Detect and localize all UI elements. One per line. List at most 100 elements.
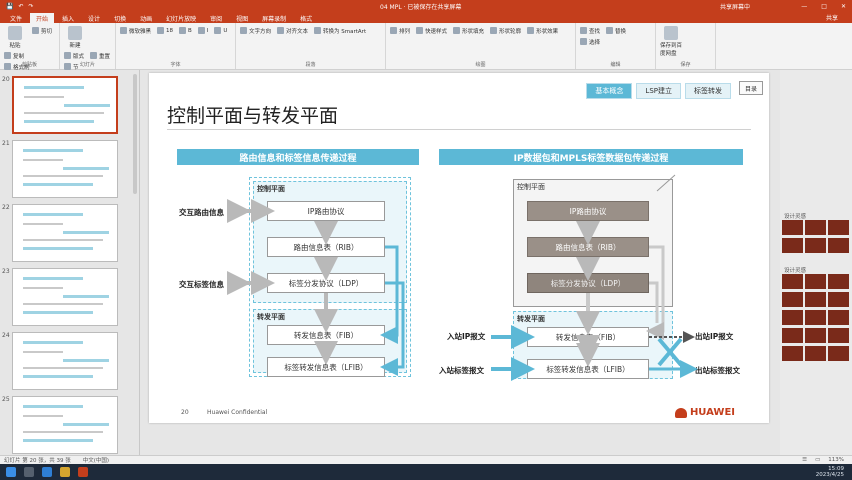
ribbon-button[interactable]: 复制: [4, 51, 24, 60]
slide-thumbnail[interactable]: [12, 268, 118, 326]
minimize-icon[interactable]: —: [801, 3, 807, 10]
design-thumb[interactable]: [782, 328, 803, 343]
ribbon-button[interactable]: 替换: [606, 26, 626, 35]
ribbon-tab[interactable]: 插入: [56, 13, 80, 23]
design-thumb[interactable]: [828, 220, 849, 235]
slide-thumbnail[interactable]: [12, 204, 118, 262]
folder-icon[interactable]: [60, 467, 70, 477]
quick-access-toolbar: 💾 ↶ ↷: [6, 3, 34, 10]
ribbon-tab[interactable]: 文件: [4, 13, 28, 23]
zoom-level[interactable]: 113%: [828, 457, 844, 463]
ribbon-tab[interactable]: 开始: [30, 13, 55, 23]
slide-thumbnail[interactable]: [12, 332, 118, 390]
ribbon-tab[interactable]: 动画: [134, 13, 158, 23]
confidential-note: Huawei Confidential: [207, 409, 268, 416]
ribbon-tab[interactable]: 设计: [82, 13, 106, 23]
design-thumb[interactable]: [805, 274, 826, 289]
ribbon-button[interactable]: I: [197, 26, 208, 35]
status-bar: 幻灯片 第 20 张，共 39 张 中文(中国) ☰ ▭ 113%: [0, 455, 852, 464]
ribbon-button-icon: [90, 52, 98, 59]
language-indicator[interactable]: 中文(中国): [83, 456, 109, 464]
thumbnail-content: [23, 375, 93, 378]
undo-icon[interactable]: ↶: [18, 3, 23, 10]
ribbon-tab[interactable]: 幻灯片放映: [160, 13, 202, 23]
design-thumb[interactable]: [782, 238, 803, 253]
design-thumb[interactable]: [828, 310, 849, 325]
ribbon-button[interactable]: 查找: [580, 26, 600, 35]
design-thumb[interactable]: [782, 310, 803, 325]
browser-icon[interactable]: [42, 467, 52, 477]
redo-icon[interactable]: ↷: [29, 3, 34, 10]
ribbon-big-button[interactable]: 新建: [64, 26, 86, 49]
design-thumb[interactable]: [828, 274, 849, 289]
design-thumb[interactable]: [782, 220, 803, 235]
ribbon-button-icon: [214, 27, 222, 34]
design-thumb[interactable]: [805, 310, 826, 325]
design-thumb[interactable]: [805, 220, 826, 235]
design-thumb[interactable]: [782, 292, 803, 307]
design-thumb[interactable]: [782, 346, 803, 361]
thumbnails-scrollbar[interactable]: [133, 74, 137, 194]
design-thumb[interactable]: [828, 238, 849, 253]
ribbon-button[interactable]: 文字方向: [240, 26, 271, 35]
design-thumb[interactable]: [805, 292, 826, 307]
design-thumb[interactable]: [828, 346, 849, 361]
close-icon[interactable]: ✕: [841, 3, 846, 10]
ribbon-button[interactable]: 重置: [90, 51, 110, 60]
ribbon-tab[interactable]: 视图: [230, 13, 254, 23]
window-controls: — □ ✕: [801, 3, 846, 10]
ribbon-button[interactable]: 18: [157, 26, 173, 35]
thumbnail-content: [23, 287, 63, 289]
ribbon-button[interactable]: 形状轮廓: [490, 26, 521, 35]
ribbon-button[interactable]: 对齐文本: [277, 26, 308, 35]
ribbon-tab[interactable]: 切换: [108, 13, 132, 23]
ribbon-button[interactable]: 微软雅黑: [120, 26, 151, 35]
ribbon-button[interactable]: 排列: [390, 26, 410, 35]
design-thumb[interactable]: [805, 238, 826, 253]
ribbon-big-button[interactable]: 保存到百度网盘: [660, 26, 682, 57]
ribbon-button-icon: [277, 27, 285, 34]
ribbon-button-label: 排列: [399, 28, 411, 35]
normal-view-icon[interactable]: ▭: [815, 457, 820, 463]
thumbnail-number: 23: [2, 268, 10, 275]
thumbnail-content: [23, 303, 103, 305]
ribbon-button-icon: [580, 38, 587, 45]
ribbon-button[interactable]: 版式: [64, 51, 84, 60]
ribbon-button[interactable]: 形状效果: [527, 26, 558, 35]
taskbar: 15:09 2023/4/25: [0, 464, 852, 480]
save-icon[interactable]: 💾: [6, 3, 13, 10]
ribbon-big-button[interactable]: 粘贴: [4, 26, 26, 49]
design-thumb[interactable]: [828, 328, 849, 343]
slide-canvas[interactable]: 基本概念 LSP建立 标签转发 目录 控制平面与转发平面 路由信息和标签信息传递…: [149, 73, 769, 423]
share-button[interactable]: 共享: [826, 13, 838, 22]
ribbon-button[interactable]: U: [214, 26, 227, 35]
start-icon[interactable]: [6, 467, 16, 477]
ribbon-button[interactable]: 快速样式: [416, 26, 447, 35]
system-clock[interactable]: 15:09 2023/4/25: [816, 466, 844, 478]
slide-thumbnail[interactable]: [12, 76, 118, 134]
slide-thumbnail[interactable]: [12, 396, 118, 454]
thumbnail-content: [63, 295, 109, 298]
notes-icon[interactable]: ☰: [802, 457, 807, 463]
powerpoint-icon[interactable]: [78, 467, 88, 477]
design-thumb[interactable]: [805, 328, 826, 343]
ribbon-tab[interactable]: 格式: [294, 13, 318, 23]
ribbon-button[interactable]: 剪切: [32, 26, 52, 35]
design-thumb[interactable]: [828, 292, 849, 307]
ribbon-button[interactable]: B: [179, 26, 192, 35]
design-thumb[interactable]: [805, 346, 826, 361]
search-icon[interactable]: [24, 467, 34, 477]
thumbnail-content: [23, 405, 83, 408]
thumbnail-content: [24, 112, 104, 114]
ribbon-group: 文字方向 对齐文本 转换为 SmartArt 段落: [236, 23, 386, 69]
ribbon-button[interactable]: 形状填充: [453, 26, 484, 35]
user-name[interactable]: 共享屏幕中: [720, 2, 750, 11]
ribbon-button[interactable]: 选择: [580, 37, 600, 46]
ribbon-tab[interactable]: 屏幕录制: [256, 13, 292, 23]
ribbon-button-icon: [416, 27, 424, 34]
design-thumb[interactable]: [782, 274, 803, 289]
ribbon-button[interactable]: 转换为 SmartArt: [314, 26, 366, 35]
ribbon-tab[interactable]: 审阅: [204, 13, 228, 23]
maximize-icon[interactable]: □: [821, 3, 827, 10]
slide-thumbnail[interactable]: [12, 140, 118, 198]
